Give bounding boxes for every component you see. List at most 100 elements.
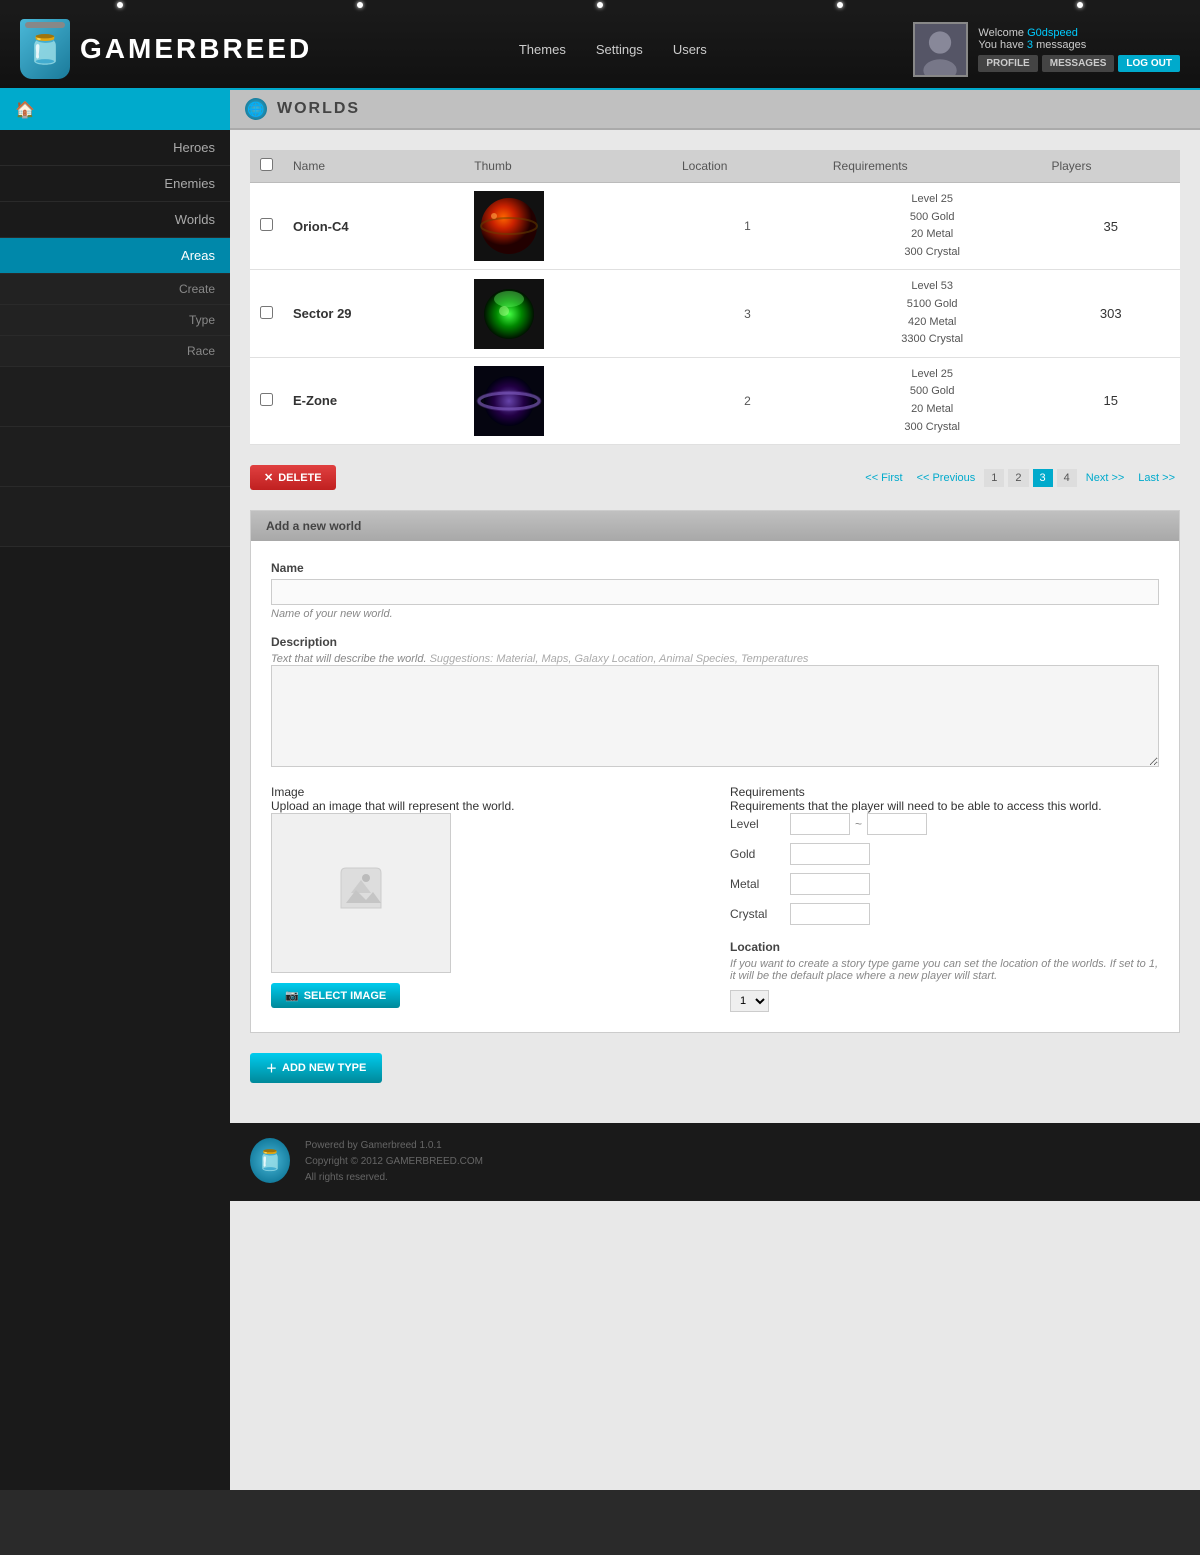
sidebar-home[interactable]: 🏠 bbox=[0, 90, 230, 130]
sidebar-item-create[interactable]: Create bbox=[0, 274, 230, 305]
req-crystal: 3300 Crystal bbox=[901, 333, 963, 345]
nav-themes[interactable]: Themes bbox=[519, 42, 566, 57]
logo-icon bbox=[20, 19, 70, 79]
world-requirements: Level 25 500 Gold 20 Metal 300 Crystal bbox=[823, 357, 1042, 444]
world-players: 303 bbox=[1041, 270, 1180, 357]
pagination-page-4[interactable]: 4 bbox=[1057, 469, 1077, 487]
level-max-input[interactable] bbox=[867, 813, 927, 835]
footer-copyright: Copyright © 2012 GAMERBREED.COM bbox=[305, 1154, 483, 1170]
footer: 🫙 Powered by Gamerbreed 1.0.1 Copyright … bbox=[230, 1123, 1200, 1201]
sidebar-section-3 bbox=[0, 487, 230, 547]
sidebar-link-worlds[interactable]: Worlds bbox=[15, 212, 215, 227]
planet-image-sector bbox=[474, 279, 544, 349]
footer-rights: All rights reserved. bbox=[305, 1170, 483, 1186]
col-thumb: Thumb bbox=[464, 150, 672, 183]
image-placeholder-icon bbox=[321, 848, 401, 938]
image-label: Image bbox=[271, 785, 304, 799]
description-label: Description bbox=[271, 635, 1159, 649]
location-label: Location bbox=[730, 940, 1159, 954]
logout-button[interactable]: LOG OUT bbox=[1118, 55, 1180, 72]
sidebar-link-areas[interactable]: Areas bbox=[15, 248, 215, 263]
row-checkbox[interactable] bbox=[260, 218, 273, 231]
name-hint: Name of your new world. bbox=[271, 608, 1159, 620]
col-name: Name bbox=[283, 150, 464, 183]
pagination-first[interactable]: << First bbox=[860, 470, 907, 486]
pagination-next[interactable]: Next >> bbox=[1081, 470, 1130, 486]
col-location: Location bbox=[672, 150, 823, 183]
row-checkbox[interactable] bbox=[260, 393, 273, 406]
messages-button[interactable]: MESSAGES bbox=[1042, 55, 1115, 72]
sidebar-item-enemies[interactable]: Enemies bbox=[0, 166, 230, 202]
select-image-button[interactable]: SELECT IMAGE bbox=[271, 983, 400, 1008]
sidebar-link-type[interactable]: Type bbox=[15, 313, 215, 327]
decorative-light bbox=[357, 2, 363, 8]
pagination-page-3[interactable]: 3 bbox=[1033, 469, 1053, 487]
pagination-prev[interactable]: << Previous bbox=[912, 470, 981, 486]
pagination-last[interactable]: Last >> bbox=[1133, 470, 1180, 486]
crystal-input[interactable] bbox=[790, 903, 870, 925]
world-thumb bbox=[464, 183, 672, 270]
requirements-form: Level ~ Gold Metal bbox=[730, 813, 1159, 925]
location-select[interactable]: 1 2 3 bbox=[730, 990, 769, 1012]
row-checkbox-col bbox=[250, 183, 283, 270]
sidebar-link-heroes[interactable]: Heroes bbox=[15, 140, 215, 155]
requirements-hint: Requirements that the player will need t… bbox=[730, 799, 1159, 813]
sidebar-section-2 bbox=[0, 427, 230, 487]
level-req-label: Level bbox=[730, 817, 790, 831]
sidebar-sub-menu: Create Type Race bbox=[0, 274, 230, 367]
select-all-col bbox=[250, 150, 283, 183]
row-checkbox[interactable] bbox=[260, 306, 273, 319]
row-checkbox-col bbox=[250, 270, 283, 357]
world-name: E-Zone bbox=[283, 357, 464, 444]
decorative-light bbox=[837, 2, 843, 8]
avatar bbox=[913, 22, 968, 77]
req-metal: 20 Metal bbox=[911, 403, 953, 415]
sidebar-link-enemies[interactable]: Enemies bbox=[15, 176, 215, 191]
table-row: E-Zone bbox=[250, 357, 1180, 444]
pagination-page-1[interactable]: 1 bbox=[984, 469, 1004, 487]
row-checkbox-col bbox=[250, 357, 283, 444]
description-textarea[interactable] bbox=[271, 665, 1159, 767]
profile-button[interactable]: PROFILE bbox=[978, 55, 1037, 72]
world-thumb bbox=[464, 357, 672, 444]
nav-settings[interactable]: Settings bbox=[596, 42, 643, 57]
delete-button[interactable]: DELETE bbox=[250, 465, 336, 490]
page-header: WORLDS bbox=[230, 90, 1200, 130]
world-players: 35 bbox=[1041, 183, 1180, 270]
footer-text: Powered by Gamerbreed 1.0.1 Copyright © … bbox=[305, 1138, 483, 1186]
nav-users[interactable]: Users bbox=[673, 42, 707, 57]
level-tilde: ~ bbox=[855, 817, 862, 831]
gold-input[interactable] bbox=[790, 843, 870, 865]
world-requirements: Level 53 5100 Gold 420 Metal 3300 Crysta… bbox=[823, 270, 1042, 357]
req-level: Level 25 bbox=[911, 368, 953, 380]
metal-input[interactable] bbox=[790, 873, 870, 895]
add-new-type-button[interactable]: ADD NEW TYPE bbox=[250, 1053, 382, 1083]
sidebar-item-type[interactable]: Type bbox=[0, 305, 230, 336]
level-min-input[interactable] bbox=[790, 813, 850, 835]
sidebar-item-areas[interactable]: Areas bbox=[0, 238, 230, 274]
name-input[interactable] bbox=[271, 579, 1159, 605]
sidebar-item-worlds[interactable]: Worlds bbox=[0, 202, 230, 238]
form-two-columns: Image Upload an image that will represen… bbox=[271, 785, 1159, 1012]
footer-powered: Powered by Gamerbreed 1.0.1 bbox=[305, 1138, 483, 1154]
decorative-light bbox=[117, 2, 123, 8]
req-crystal: 300 Crystal bbox=[904, 246, 960, 258]
req-level: Level 53 bbox=[911, 280, 953, 292]
pagination-page-2[interactable]: 2 bbox=[1008, 469, 1028, 487]
req-metal: 20 Metal bbox=[911, 228, 953, 240]
world-requirements: Level 25 500 Gold 20 Metal 300 Crystal bbox=[823, 183, 1042, 270]
req-metal: 420 Metal bbox=[908, 316, 956, 328]
description-suggestions: Suggestions: Material, Maps, Galaxy Loca… bbox=[430, 653, 809, 665]
home-icon: 🏠 bbox=[15, 100, 35, 120]
sidebar-item-heroes[interactable]: Heroes bbox=[0, 130, 230, 166]
world-players: 15 bbox=[1041, 357, 1180, 444]
main-layout: 🏠 Heroes Enemies Worlds Areas Create Typ… bbox=[0, 90, 1200, 1490]
sidebar-item-race[interactable]: Race bbox=[0, 336, 230, 367]
sidebar-link-create[interactable]: Create bbox=[15, 282, 215, 296]
planet-image-ezone bbox=[474, 366, 544, 436]
sidebar-link-race[interactable]: Race bbox=[15, 344, 215, 358]
metal-req-row: Metal bbox=[730, 873, 1159, 895]
decorative-light bbox=[1077, 2, 1083, 8]
add-world-form: Add a new world Name Name of your new wo… bbox=[250, 510, 1180, 1033]
select-all-checkbox[interactable] bbox=[260, 158, 273, 171]
